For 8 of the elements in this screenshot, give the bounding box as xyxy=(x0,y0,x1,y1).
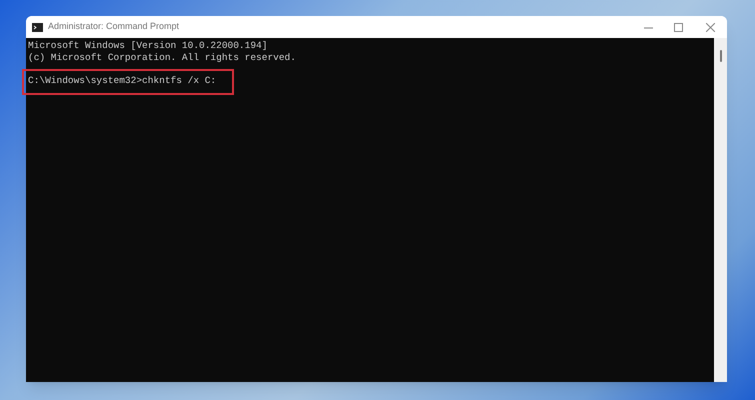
terminal-icon xyxy=(32,22,43,32)
maximize-icon xyxy=(674,22,682,32)
console-line: C:\Windows\system32>chkntfs /x C: xyxy=(28,74,216,86)
close-icon xyxy=(706,22,714,32)
console-line: Microsoft Windows [Version 10.0.22000.194] xyxy=(28,40,268,52)
console-line: (c) Microsoft Corporation. All rights reserved. xyxy=(28,52,296,63)
scrollbar-thumb[interactable] xyxy=(720,50,722,62)
window-title: Administrator: Command Prompt xyxy=(48,20,180,34)
